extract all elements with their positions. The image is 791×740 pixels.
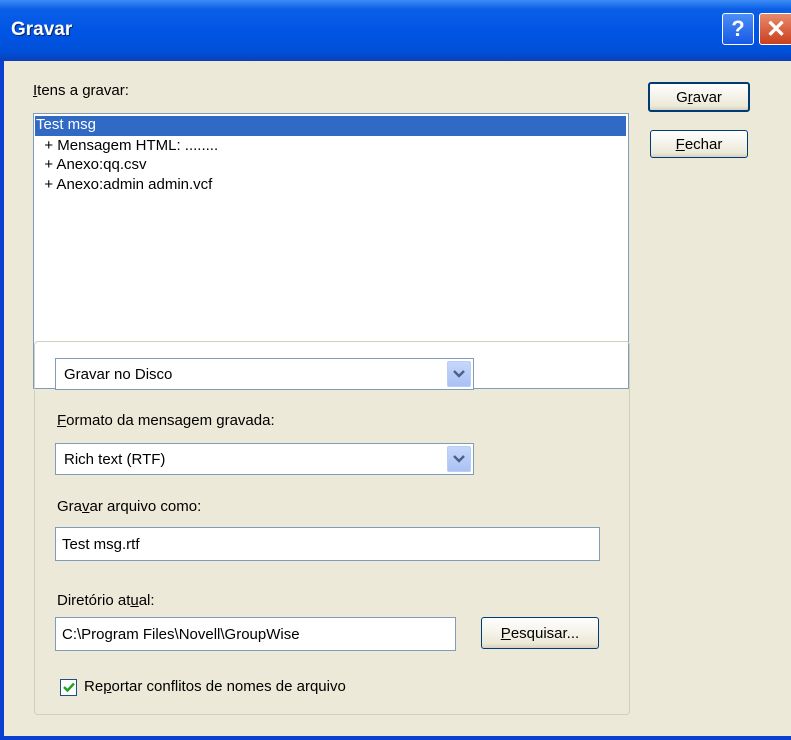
filename-field[interactable] — [55, 527, 600, 561]
help-icon: ? — [731, 16, 745, 41]
save-button[interactable]: Gr avar — [648, 82, 750, 112]
directory-field[interactable] — [55, 617, 456, 651]
directory-label: Diretório atual: — [57, 592, 155, 609]
list-item[interactable]: Test msg — [35, 116, 626, 136]
report-conflicts-checkbox[interactable] — [60, 679, 77, 696]
destination-value: Gravar no Disco — [64, 366, 173, 383]
close-button[interactable]: Fechar — [650, 130, 748, 158]
chevron-down-icon[interactable] — [447, 446, 471, 472]
chevron-down-icon[interactable] — [447, 361, 471, 387]
window-title: Gravar — [11, 19, 73, 40]
destination-select[interactable]: Gravar no Disco — [55, 358, 474, 390]
report-conflicts-label[interactable]: Reportar conflitos de nomes de arquivo — [84, 678, 346, 695]
checkmark-icon — [62, 682, 75, 693]
close-window-button[interactable]: ✕ — [759, 13, 791, 45]
help-button[interactable]: ? — [722, 13, 754, 45]
list-item[interactable]: + Anexo:admin admin.vcf — [36, 176, 212, 193]
directory-input[interactable] — [56, 618, 455, 650]
filename-label: Gravar arquivo como: — [57, 498, 202, 515]
dialog-body: Itens a gravar: Test msg + Mensagem HTML… — [4, 61, 791, 736]
filename-input[interactable] — [56, 528, 599, 560]
format-value: Rich text (RTF) — [64, 451, 166, 468]
list-item[interactable]: + Anexo:qq.csv — [36, 156, 146, 173]
format-select[interactable]: Rich text (RTF) — [55, 443, 474, 475]
items-label: Itens a gravar: — [33, 82, 129, 99]
title-bar[interactable]: Gravar ? ✕ — [0, 0, 791, 61]
format-label: Formato da mensagem gravada: — [57, 412, 275, 429]
close-icon: ✕ — [765, 15, 787, 43]
browse-button[interactable]: Pesquisar... — [481, 617, 599, 649]
dialog-window: Gravar ? ✕ Itens a gravar: Test msg + Me… — [0, 0, 791, 740]
list-item[interactable]: + Mensagem HTML: ........ — [36, 137, 218, 154]
